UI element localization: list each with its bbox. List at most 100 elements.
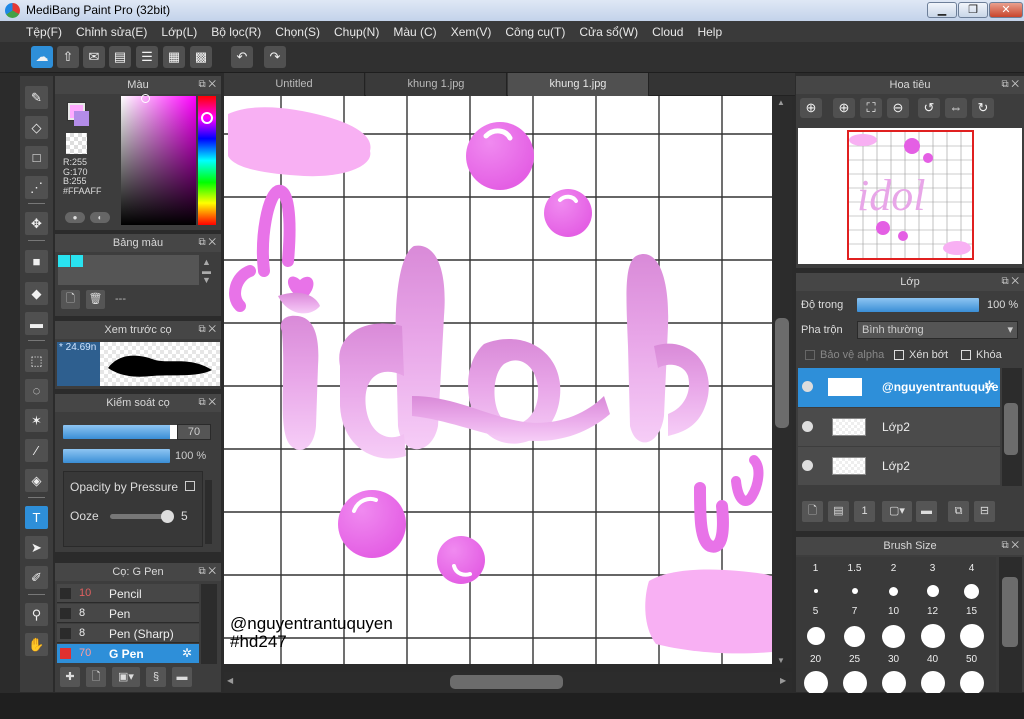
layer-row[interactable]: Lớp2 xyxy=(798,447,1000,485)
menu-layer[interactable]: Lớp(L) xyxy=(161,25,197,39)
bucket-tool-icon[interactable]: ◆ xyxy=(25,282,48,305)
chat-icon[interactable]: ▤ xyxy=(109,46,131,68)
vertical-scroll-thumb[interactable] xyxy=(775,318,789,428)
menu-filter[interactable]: Bộ lọc(R) xyxy=(211,25,261,39)
brush-opacity-slider[interactable] xyxy=(63,449,170,463)
document-icon[interactable]: ☰ xyxy=(136,46,158,68)
zoom-in-icon[interactable]: ⊕ xyxy=(800,98,822,118)
drawing-canvas[interactable]: @nguyentrantuquyen #hd247 xyxy=(224,96,772,664)
comment-icon[interactable]: ✉ xyxy=(83,46,105,68)
layer-row-selected[interactable]: @nguyentrantuquyen ✲ xyxy=(798,368,1000,407)
grid-tool-icon[interactable]: ▩ xyxy=(190,46,212,68)
merge-layer-icon[interactable]: ⊟ xyxy=(974,501,995,522)
transparent-swatch[interactable] xyxy=(66,133,87,154)
color-bar-mode-button[interactable]: ◐ xyxy=(90,212,110,223)
duplicate-layer-icon[interactable]: ⧉ xyxy=(948,501,969,522)
fit-screen-icon[interactable]: ⛶ xyxy=(860,98,882,118)
brush-size-30[interactable] xyxy=(874,671,913,693)
redo-icon[interactable]: ↷ xyxy=(264,46,286,68)
minimize-button[interactable]: ▁ xyxy=(927,2,957,18)
panel-close-icon[interactable]: ⧉ ✕ xyxy=(198,321,216,339)
eye-icon[interactable] xyxy=(802,381,813,392)
palette-scroll-arrows[interactable]: ▲ ▬ ▼ xyxy=(202,258,211,285)
undo-icon[interactable]: ↶ xyxy=(231,46,253,68)
brush-folder-icon[interactable]: ▬ xyxy=(172,667,192,687)
brush-list-item[interactable]: 8 Pen xyxy=(57,604,199,623)
layer-folder-icon[interactable]: ▬ xyxy=(916,501,937,522)
secondary-color-swatch[interactable] xyxy=(74,111,89,126)
select-rect-icon[interactable]: ⬚ xyxy=(25,349,48,372)
menu-help[interactable]: Help xyxy=(697,25,722,39)
menu-cloud[interactable]: Cloud xyxy=(652,25,683,39)
rotate-right-icon[interactable]: ↻ xyxy=(972,98,994,118)
brush-size-1[interactable] xyxy=(796,579,835,603)
brush-size-slider[interactable] xyxy=(63,425,190,439)
new-palette-icon[interactable]: 🗋 xyxy=(61,290,80,309)
new-layer-icon[interactable]: 🗋 xyxy=(802,501,823,522)
move-tool-icon[interactable]: ✥ xyxy=(25,212,48,235)
eyedropper-icon[interactable]: ⚲ xyxy=(25,603,48,626)
brush-import-icon[interactable]: § xyxy=(146,667,166,687)
navigator-viewport-frame[interactable]: idol xyxy=(847,130,974,260)
scroll-right-arrow[interactable]: ▶ xyxy=(780,676,786,685)
brush-list-item[interactable]: 10 Pencil xyxy=(57,584,199,603)
clipping-checkbox[interactable] xyxy=(894,350,904,360)
dot-tool-icon[interactable]: ⋰ xyxy=(25,176,48,199)
layer-row[interactable]: Lớp2 xyxy=(798,408,1000,446)
lasso-tool-icon[interactable]: ◌ xyxy=(25,379,48,402)
panel-close-icon[interactable]: ⧉ ✕ xyxy=(1001,273,1019,291)
cloud-icon[interactable]: ☁ xyxy=(31,46,53,68)
layer-settings-icon[interactable]: ✲ xyxy=(984,378,995,394)
brush-options-scrollbar[interactable] xyxy=(205,480,212,544)
menu-color[interactable]: Màu (C) xyxy=(393,25,436,39)
brush-size-5[interactable] xyxy=(796,621,835,651)
restore-button[interactable]: ❐ xyxy=(958,2,988,18)
brush-settings-icon[interactable]: ✲ xyxy=(182,646,192,660)
brush-size-40[interactable] xyxy=(913,671,952,693)
protect-alpha-checkbox[interactable] xyxy=(805,350,815,360)
magic-wand-icon[interactable]: ✶ xyxy=(25,409,48,432)
brush-size-7[interactable] xyxy=(835,621,874,651)
close-button[interactable]: ✕ xyxy=(989,2,1023,18)
brush-size-scroll-thumb[interactable] xyxy=(1002,577,1018,647)
ooze-slider-handle[interactable] xyxy=(161,510,174,523)
new-8bit-layer-icon[interactable]: 1 xyxy=(854,501,875,522)
brush-list-scrollbar[interactable] xyxy=(201,584,217,664)
brush-size-20[interactable] xyxy=(796,671,835,693)
brush-list-item-selected[interactable]: 70 G Pen ✲ xyxy=(57,644,199,663)
tab-khung-1[interactable]: khung 1.jpg xyxy=(366,73,507,96)
zoom-plus-icon[interactable]: ⊕ xyxy=(833,98,855,118)
blend-mode-select[interactable]: Bình thường ▾ xyxy=(857,321,1018,339)
canvas-horizontal-scrollbar[interactable]: ◀ ▶ xyxy=(224,672,792,692)
brush-size-25[interactable] xyxy=(835,671,874,693)
material-icon[interactable]: ▦ xyxy=(163,46,185,68)
navigator-preview[interactable]: idol xyxy=(798,128,1022,264)
scroll-up-arrow[interactable]: ▲ xyxy=(777,98,785,107)
hue-slider-handle[interactable] xyxy=(201,112,213,124)
panel-close-icon[interactable]: ⧉ ✕ xyxy=(1001,537,1019,555)
menu-tools[interactable]: Công cụ(T) xyxy=(505,25,565,39)
menu-snap[interactable]: Chụp(N) xyxy=(334,25,379,39)
palette-swatch[interactable] xyxy=(58,255,70,267)
panel-close-icon[interactable]: ⧉ ✕ xyxy=(198,234,216,252)
rectangle-tool-icon[interactable]: □ xyxy=(25,146,48,169)
menu-select[interactable]: Chọn(S) xyxy=(275,25,320,39)
add-layer-menu-icon[interactable]: ▢▾ xyxy=(882,501,912,522)
horizontal-scroll-thumb[interactable] xyxy=(450,675,563,689)
brush-menu-icon[interactable]: ▣▾ xyxy=(112,667,140,687)
select-eraser-icon[interactable]: ◈ xyxy=(25,469,48,492)
brush-size-4[interactable] xyxy=(952,579,991,603)
divide-tool-icon[interactable]: ✐ xyxy=(25,566,48,589)
layer-scroll-thumb[interactable] xyxy=(1004,403,1018,455)
brush-size-3[interactable] xyxy=(913,579,952,603)
upload-icon[interactable]: ⇧ xyxy=(57,46,79,68)
new-brush-icon[interactable]: 🗋 xyxy=(86,667,106,687)
brush-size-1-5[interactable] xyxy=(835,579,874,603)
delete-palette-icon[interactable]: 🗑 xyxy=(86,290,105,309)
opacity-pressure-checkbox[interactable] xyxy=(185,481,195,491)
brush-size-12[interactable] xyxy=(913,621,952,651)
zoom-out-icon[interactable]: ⊖ xyxy=(887,98,909,118)
eye-icon[interactable] xyxy=(802,421,813,432)
brush-size-50[interactable] xyxy=(952,671,991,693)
brush-size-15[interactable] xyxy=(952,621,991,651)
